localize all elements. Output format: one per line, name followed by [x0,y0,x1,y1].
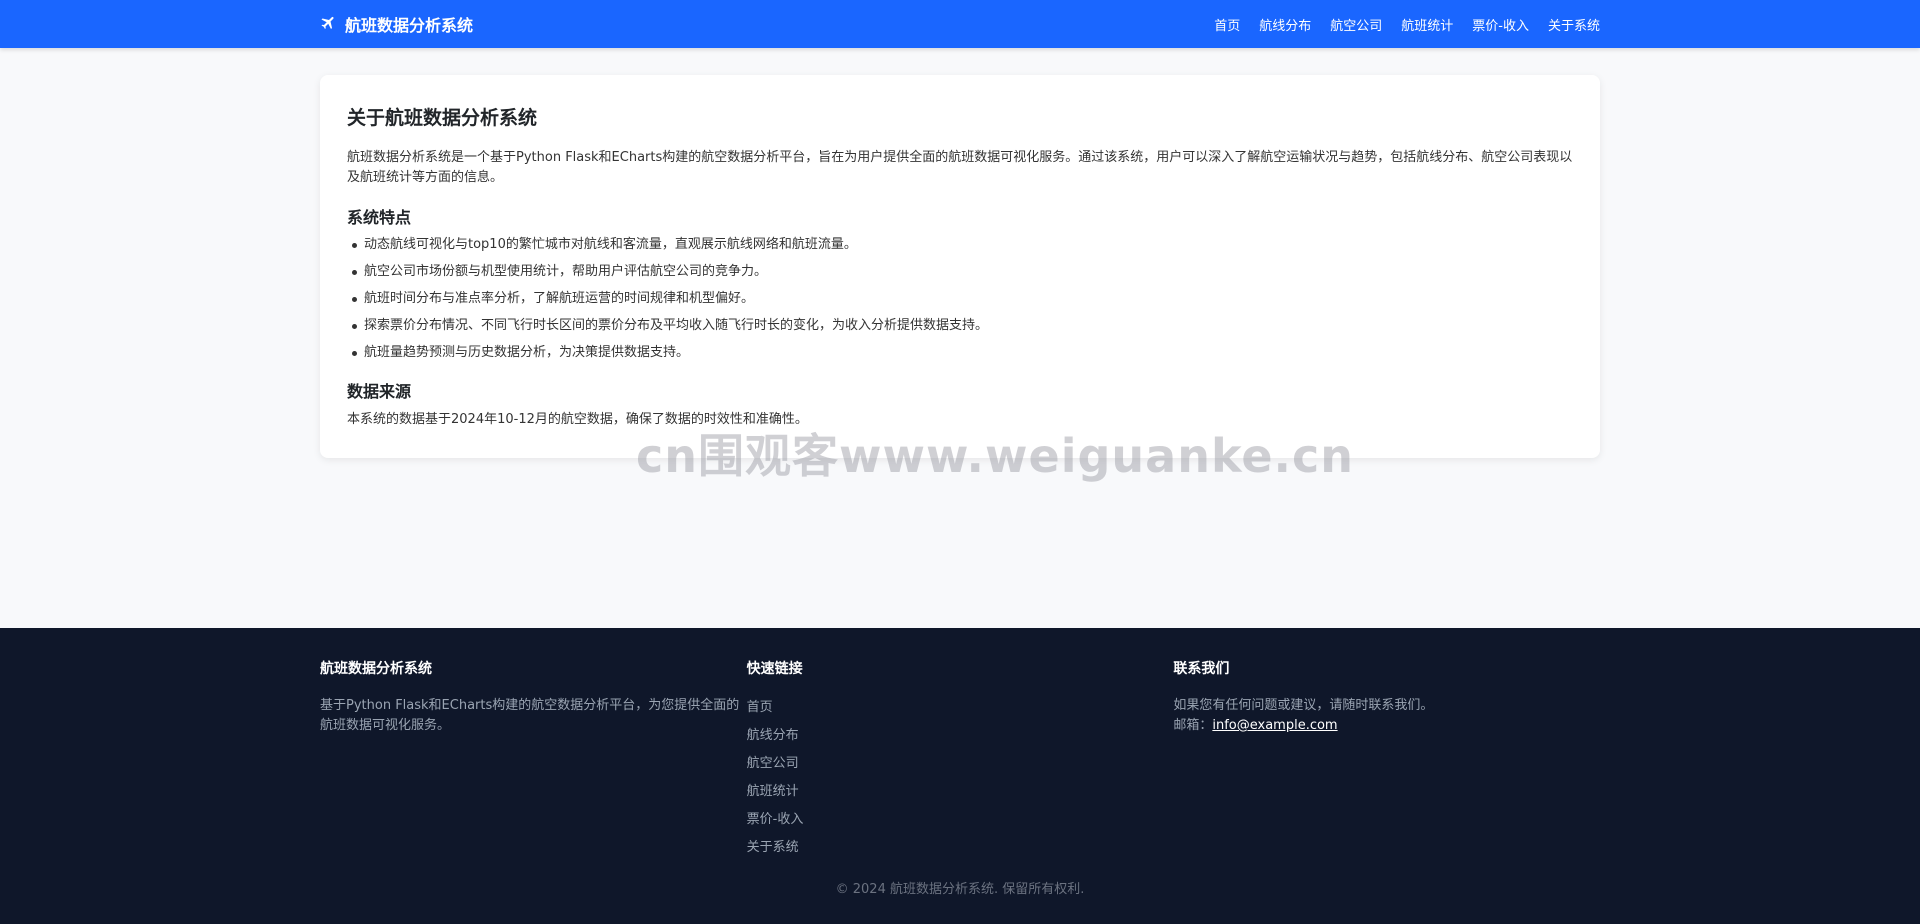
brand-title: 航班数据分析系统 [345,16,474,35]
about-card: 关于航班数据分析系统 航班数据分析系统是一个基于Python Flask和ECh… [320,75,1600,458]
copyright: © 2024 航班数据分析系统. 保留所有权利. [835,882,1085,897]
email-label: 邮箱： [1173,718,1213,733]
plane-icon [320,14,345,35]
email-link[interactable]: info@example.com [1212,718,1337,733]
footer-link-home[interactable]: 首页 [747,700,773,715]
nav-link-routes[interactable]: 航线分布 [1259,15,1311,34]
nav-link-home[interactable]: 首页 [1214,15,1240,34]
footer-link-flight-stats[interactable]: 航班统计 [747,784,799,799]
footer-link-airlines[interactable]: 航空公司 [747,756,799,771]
watermark: cn围观客www.weiguanke.cn [636,429,1355,483]
feature-item: 探索票价分布情况、不同飞行时长区间的票价分布及平均收入随飞行时长的变化，为收入分… [352,317,1573,335]
features-heading: 系统特点 [347,208,412,227]
features-list: 动态航线可视化与top10的繁忙城市对航线和客流量，直观展示航线网络和航班流量。… [347,236,1573,362]
about-title: 关于航班数据分析系统 [347,107,538,129]
top-navbar: 航班数据分析系统 首页 航线分布 航空公司 航班统计 票价-收入 关于系统 [0,0,1920,48]
feature-item: 动态航线可视化与top10的繁忙城市对航线和客流量，直观展示航线网络和航班流量。 [352,236,1573,254]
footer-link-fare-revenue[interactable]: 票价-收入 [747,812,804,827]
footer-quick-links-column: 快速链接 首页 航线分布 航空公司 航班统计 票价-收入 关于系统 [747,658,1174,864]
footer-contact-column: 联系我们 如果您有任何问题或建议，请随时联系我们。 邮箱：info@exampl… [1173,658,1600,864]
main-content: 关于航班数据分析系统 航班数据分析系统是一个基于Python Flask和ECh… [320,75,1600,458]
nav-link-airlines[interactable]: 航空公司 [1330,15,1382,34]
footer-about-text: 基于Python Flask和ECharts构建的航空数据分析平台，为您提供全面… [320,698,740,733]
footer-contact-title: 联系我们 [1173,661,1230,677]
footer-link-about[interactable]: 关于系统 [747,840,799,855]
nav-link-fare-revenue[interactable]: 票价-收入 [1472,15,1529,34]
nav-link-flight-stats[interactable]: 航班统计 [1401,15,1453,34]
feature-item: 航空公司市场份额与机型使用统计，帮助用户评估航空公司的竞争力。 [352,263,1573,281]
footer: 航班数据分析系统 基于Python Flask和ECharts构建的航空数据分析… [0,628,1920,924]
footer-link-routes[interactable]: 航线分布 [747,728,799,743]
about-intro: 航班数据分析系统是一个基于Python Flask和ECharts构建的航空数据… [347,150,1573,185]
nav-links: 首页 航线分布 航空公司 航班统计 票价-收入 关于系统 [1195,15,1600,34]
footer-about-title: 航班数据分析系统 [320,661,432,677]
footer-quick-links-title: 快速链接 [746,661,803,677]
nav-link-about[interactable]: 关于系统 [1548,15,1600,34]
feature-item: 航班量趋势预测与历史数据分析，为决策提供数据支持。 [352,344,1573,362]
footer-contact-text: 如果您有任何问题或建议，请随时联系我们。 [1173,698,1434,713]
data-source-heading: 数据来源 [347,382,412,401]
footer-about-column: 航班数据分析系统 基于Python Flask和ECharts构建的航空数据分析… [320,658,747,864]
footer-links-list: 首页 航线分布 航空公司 航班统计 票价-收入 关于系统 [747,696,1174,855]
feature-item: 航班时间分布与准点率分析，了解航班运营的时间规律和机型偏好。 [352,290,1573,308]
brand-link[interactable]: 航班数据分析系统 [320,12,473,36]
